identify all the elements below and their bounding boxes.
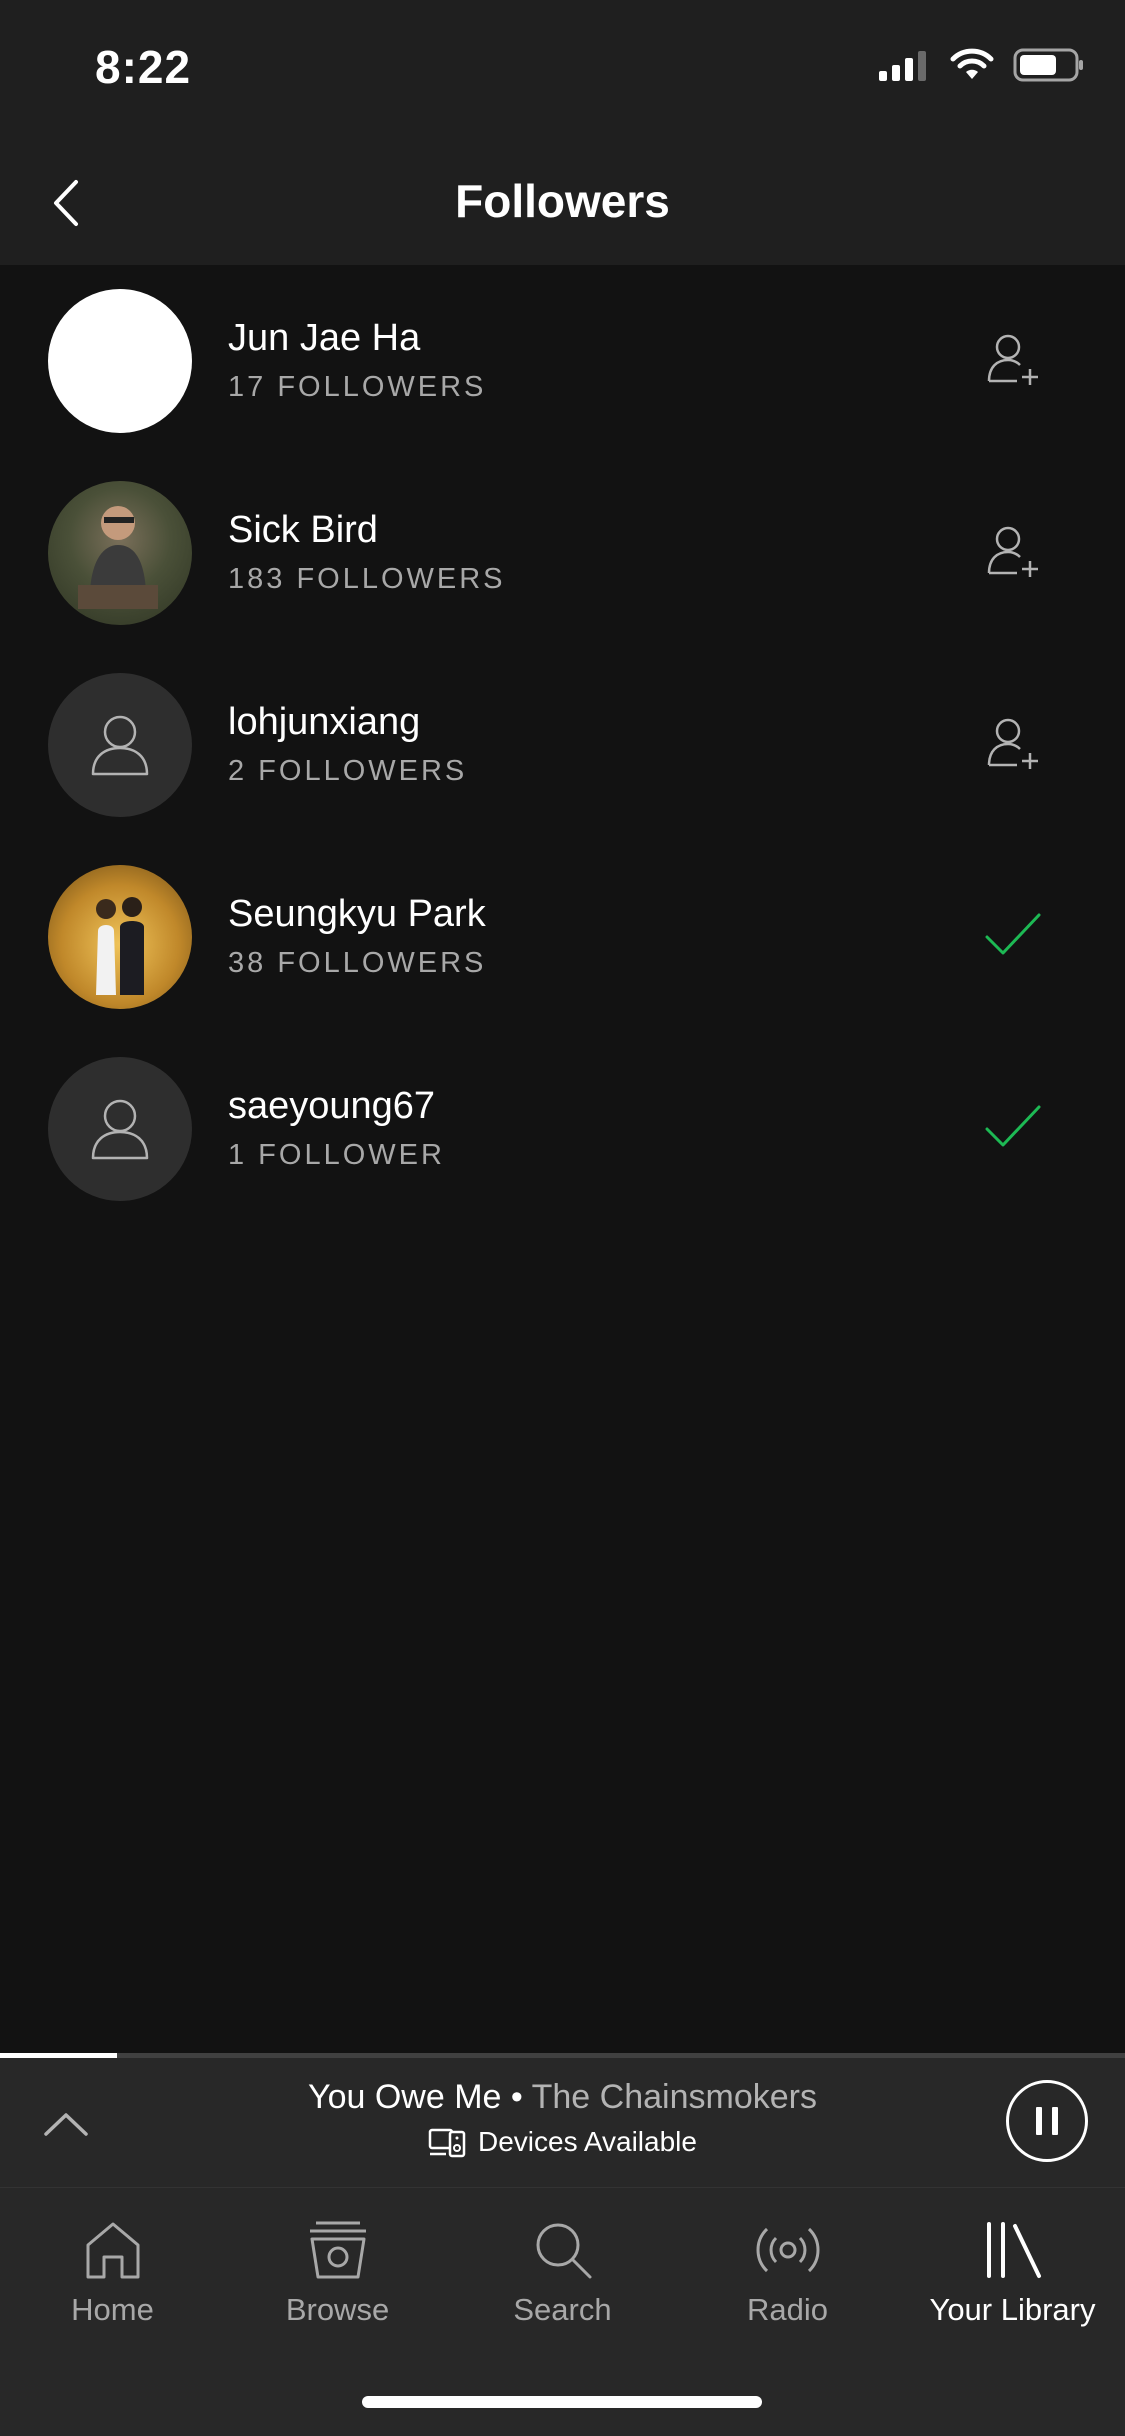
track-artist: The Chainsmokers: [531, 2078, 817, 2116]
cellular-signal-icon: [879, 51, 926, 81]
avatar: [48, 865, 192, 1009]
tab-home[interactable]: Home: [0, 2214, 225, 2334]
follow-button[interactable]: [975, 513, 1051, 589]
tab-your-library[interactable]: Your Library: [900, 2214, 1125, 2334]
checkmark-icon: [985, 1105, 1041, 1147]
home-indicator: [362, 2396, 762, 2408]
status-bar: 8:22: [0, 0, 1125, 140]
wifi-icon: [950, 48, 994, 79]
track-separator: •: [501, 2078, 532, 2116]
follower-name: Jun Jae Ha: [228, 317, 421, 359]
follow-button[interactable]: [975, 705, 1051, 781]
search-icon: [536, 2223, 591, 2279]
status-icons: [879, 48, 1085, 82]
follower-count: 17 FOLLOWERS: [228, 371, 487, 403]
follower-name: Sick Bird: [228, 509, 378, 551]
tab-label: Browse: [285, 2292, 390, 2327]
follow-button[interactable]: [975, 321, 1051, 397]
library-icon: [986, 2222, 1041, 2278]
devices-available[interactable]: Devices Available: [0, 2126, 1125, 2158]
browse-icon: [309, 2221, 366, 2279]
tab-radio[interactable]: Radio: [675, 2214, 900, 2334]
devices-label: Devices Available: [478, 2126, 697, 2157]
follower-name: saeyoung67: [228, 1085, 436, 1127]
tab-label: Search: [513, 2292, 612, 2327]
devices-icon: [428, 2128, 466, 2158]
follower-name: Seungkyu Park: [228, 893, 486, 935]
following-button[interactable]: [975, 1089, 1051, 1165]
add-user-icon: [987, 334, 1038, 385]
follower-row[interactable]: Jun Jae Ha 17 FOLLOWERS: [0, 265, 1125, 457]
follower-row[interactable]: lohjunxiang 2 FOLLOWERS: [0, 649, 1125, 841]
tab-label: Your Library: [929, 2292, 1096, 2327]
following-button[interactable]: [975, 897, 1051, 973]
pause-button[interactable]: [1006, 2080, 1088, 2162]
avatar: [48, 673, 192, 817]
add-user-icon: [987, 718, 1038, 769]
followers-list: Jun Jae Ha 17 FOLLOWERS Sick Bird 183 FO…: [0, 265, 1125, 1225]
page-title: Followers: [455, 175, 670, 227]
radio-icon: [756, 2227, 819, 2273]
checkmark-icon: [985, 913, 1041, 955]
battery-icon: [1013, 48, 1083, 82]
track-title: You Owe Me: [308, 2078, 502, 2116]
follower-count: 2 FOLLOWERS: [228, 755, 468, 787]
user-placeholder-icon: [91, 715, 149, 776]
follower-count: 1 FOLLOWER: [228, 1139, 445, 1171]
pause-icon: [1036, 2107, 1058, 2135]
tab-search[interactable]: Search: [450, 2214, 675, 2334]
follower-count: 183 FOLLOWERS: [228, 563, 506, 595]
tab-label: Radio: [747, 2292, 828, 2327]
follower-name: lohjunxiang: [228, 701, 421, 743]
tab-browse[interactable]: Browse: [225, 2214, 450, 2334]
avatar: [48, 289, 192, 433]
couple-photo-icon: [96, 897, 144, 995]
now-playing-line: You Owe Me • The Chainsmokers: [0, 2078, 1125, 2117]
user-placeholder-icon: [91, 1099, 149, 1160]
follower-count: 38 FOLLOWERS: [228, 947, 487, 979]
status-time: 8:22: [95, 41, 192, 93]
tab-label: Home: [71, 2292, 154, 2327]
avatar: [48, 1057, 192, 1201]
follower-row[interactable]: Seungkyu Park 38 FOLLOWERS: [0, 841, 1125, 1033]
navigation-bar: Followers: [0, 140, 1125, 265]
person-photo-icon: [78, 506, 158, 609]
follower-row[interactable]: Sick Bird 183 FOLLOWERS: [0, 457, 1125, 649]
avatar: [48, 481, 192, 625]
follower-row[interactable]: saeyoung67 1 FOLLOWER: [0, 1033, 1125, 1225]
add-user-icon: [987, 526, 1038, 577]
mini-player[interactable]: You Owe Me • The Chainsmokers Devices Av…: [0, 2058, 1125, 2188]
home-icon: [86, 2222, 139, 2279]
